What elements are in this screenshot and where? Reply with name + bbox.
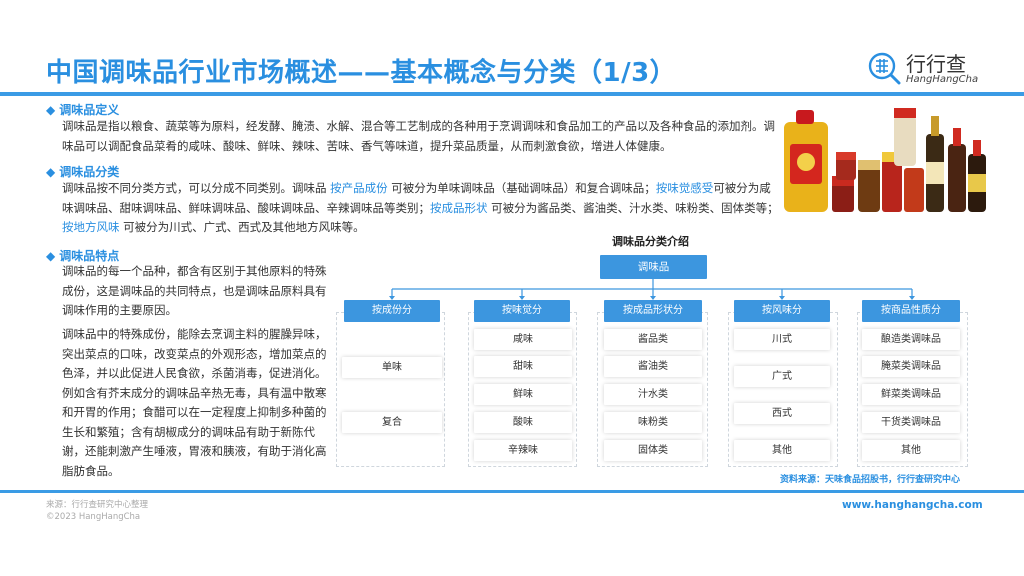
category-by-nature: 按商品性质分	[862, 300, 960, 322]
diamond-icon: ◆	[46, 249, 56, 263]
leaf-item: 甜味	[474, 356, 572, 377]
column-frame	[336, 312, 445, 467]
logo-en-text: HangHangCha	[906, 74, 979, 85]
category-by-flavor: 按风味分	[734, 300, 830, 322]
footer-copyright: ©2023 HangHangCha	[46, 512, 141, 522]
classification-text: 调味品按不同分类方式，可以分成不同类别。调味品 按产品成份 可被分为单味调味品（…	[62, 181, 779, 234]
logo-cn-text: 行行查	[906, 52, 966, 76]
diamond-icon: ◆	[46, 103, 56, 117]
features-paragraph-2: 调味品中的特殊成份，能除去烹调主料的腥臊异味，突出菜点的口味，改变菜点的外观形态…	[62, 327, 327, 478]
leaf-item: 固体类	[604, 440, 702, 461]
diamond-icon: ◆	[46, 165, 56, 179]
leaf-item: 酱品类	[604, 329, 702, 350]
leaf-item: 广式	[734, 366, 830, 387]
category-by-ingredient: 按成份分	[344, 300, 440, 322]
leaf-item: 汁水类	[604, 384, 702, 405]
condiment-products-image	[784, 108, 986, 212]
diagram-root-box: 调味品	[600, 255, 707, 279]
hanghangcha-logo-icon	[868, 52, 901, 85]
leaf-item: 酱油类	[604, 356, 702, 377]
page-title: 中国调味品行业市场概述——基本概念与分类（1/3）	[46, 58, 677, 88]
footer-rule	[0, 490, 1024, 493]
category-by-shape: 按成品形状分	[604, 300, 702, 322]
features-paragraph-1: 调味品的每一个品种，都含有区别于其他原料的特殊成份，这是调味品的共同特点，也是调…	[62, 264, 327, 317]
leaf-item: 鲜味	[474, 384, 572, 405]
leaf-item: 辛辣味	[474, 440, 572, 461]
leaf-item: 其他	[862, 440, 960, 461]
leaf-item: 西式	[734, 403, 830, 424]
leaf-item: 复合	[342, 412, 442, 433]
logo: 行行查 HangHangCha	[866, 48, 986, 92]
leaf-item: 味粉类	[604, 412, 702, 433]
definition-heading: ◆ 调味品定义	[46, 103, 120, 117]
leaf-item: 单味	[342, 357, 442, 378]
website-link[interactable]: www.hanghangcha.com	[842, 499, 983, 511]
leaf-item: 酿造类调味品	[862, 329, 960, 350]
leaf-item: 鲜菜类调味品	[862, 384, 960, 405]
category-by-taste: 按味觉分	[474, 300, 570, 322]
leaf-item: 咸味	[474, 329, 572, 350]
leaf-item: 其他	[734, 440, 830, 461]
definition-text: 调味品是指以粮食、蔬菜等为原料，经发酵、腌渍、水解、混合等工艺制成的各种用于烹调…	[62, 119, 775, 153]
classification-heading: ◆ 调味品分类	[46, 165, 120, 179]
data-source: 资料来源：天味食品招股书，行行查研究中心	[780, 475, 961, 485]
leaf-item: 川式	[734, 329, 830, 350]
footer-source: 来源：行行查研究中心整理	[46, 500, 149, 510]
diagram-title: 调味品分类介绍	[612, 235, 689, 248]
leaf-item: 酸味	[474, 412, 572, 433]
header-rule	[0, 92, 1024, 96]
leaf-item: 腌菜类调味品	[862, 356, 960, 377]
leaf-item: 干货类调味品	[862, 412, 960, 433]
